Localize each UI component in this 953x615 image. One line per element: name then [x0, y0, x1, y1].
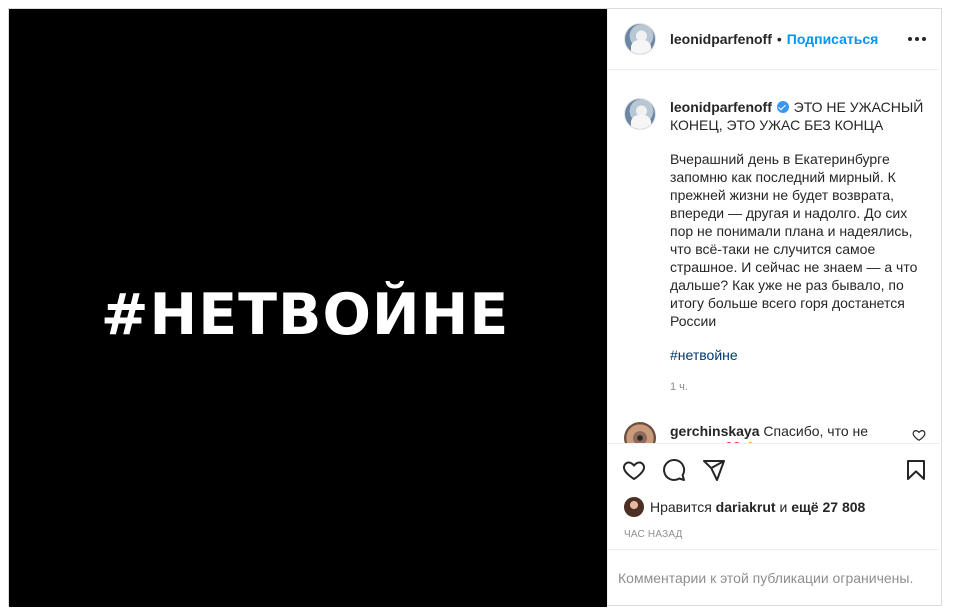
likes-count[interactable]: ещё 27 808	[791, 499, 865, 515]
caption-text: Вчерашний день в Екатеринбурге запомню к…	[670, 151, 918, 329]
comment-like-icon[interactable]	[912, 428, 926, 442]
comment-item: gerchinskaya Спасибо, что не молчите❤️🙏	[624, 422, 926, 443]
caption: leonidparfenoff ЭТО НЕ УЖАСНЫЙ КОНЕЦ, ЭТ…	[624, 86, 926, 396]
separator-dot: •	[776, 31, 782, 47]
caption-body: leonidparfenoff ЭТО НЕ УЖАСНЫЙ КОНЕЦ, ЭТ…	[670, 98, 926, 396]
bookmark-icon[interactable]	[904, 458, 928, 482]
likes-conj: и	[779, 499, 788, 515]
caption-username[interactable]: leonidparfenoff	[670, 99, 772, 115]
comment-body: gerchinskaya Спасибо, что не молчите❤️🙏	[670, 422, 910, 443]
likes-summary[interactable]: Нравится dariakrut и ещё 27 808	[608, 495, 942, 519]
author-avatar[interactable]	[624, 23, 656, 55]
follow-button[interactable]: Подписаться	[787, 31, 879, 47]
liker-avatar[interactable]	[624, 497, 644, 517]
post-header: leonidparfenoff • Подписаться	[608, 9, 942, 70]
comments-limited-notice: Комментарии к этой публикации ограничены…	[608, 549, 942, 605]
comment-icon[interactable]	[662, 458, 686, 482]
hashtag-link[interactable]: #нетвойне	[670, 346, 926, 364]
action-bar	[608, 443, 942, 495]
media-text: #НЕТВОЙНЕ	[100, 282, 510, 348]
commenter-username[interactable]: gerchinskaya	[670, 423, 760, 439]
commenter-avatar[interactable]	[624, 422, 656, 443]
caption-time[interactable]: 1 ч.	[670, 378, 926, 396]
caption-avatar[interactable]	[624, 98, 656, 130]
heart-icon[interactable]	[622, 458, 646, 482]
comments-area[interactable]: leonidparfenoff ЭТО НЕ УЖАСНЫЙ КОНЕЦ, ЭТ…	[608, 70, 942, 443]
post-sidebar: leonidparfenoff • Подписаться leonidparf…	[607, 9, 942, 605]
post-card: #НЕТВОЙНЕ leonidparfenoff • Подписаться …	[8, 8, 942, 607]
post-timestamp[interactable]: ЧАС НАЗАД	[608, 519, 942, 549]
post-media[interactable]: #НЕТВОЙНЕ	[9, 9, 607, 607]
likes-prefix: Нравится	[650, 499, 712, 515]
liker-username[interactable]: dariakrut	[716, 499, 776, 515]
verified-icon	[776, 101, 789, 113]
more-icon[interactable]	[908, 37, 926, 41]
author-username[interactable]: leonidparfenoff	[670, 31, 772, 47]
share-icon[interactable]	[702, 458, 726, 482]
